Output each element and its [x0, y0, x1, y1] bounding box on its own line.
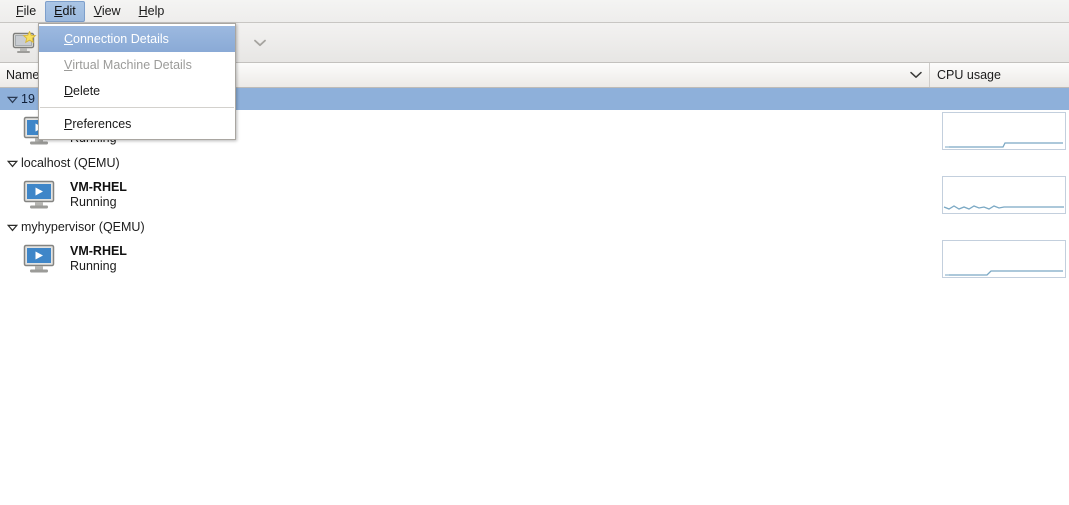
edit-menu-popup: Connection Details Virtual Machine Detai…	[38, 23, 236, 140]
menu-bar: File Edit View Help	[0, 0, 1069, 23]
vm-state: Running	[70, 259, 117, 273]
menu-view-label: iew	[101, 3, 121, 18]
menu-help[interactable]: Help	[130, 1, 174, 22]
column-header-cpu-usage-label: CPU usage	[937, 68, 1001, 82]
connection-row[interactable]: localhost (QEMU)	[0, 152, 1069, 174]
running-vm-icon	[20, 244, 58, 274]
vm-row[interactable]: VM-RHEL Running	[0, 174, 1069, 216]
cpu-usage-sparkline	[942, 176, 1066, 214]
menu-file-label: ile	[23, 3, 37, 18]
menu-item-preferences-mnemonic: P	[64, 117, 73, 131]
menu-help-mnemonic: H	[138, 3, 148, 18]
menu-item-virtual-machine-details: Virtual Machine Details	[39, 52, 235, 78]
menu-edit-mnemonic: E	[54, 3, 63, 18]
menu-item-connection-details-label: onnection Details	[73, 32, 169, 46]
menu-edit[interactable]: Edit	[45, 0, 85, 22]
menu-edit-label: dit	[62, 3, 76, 18]
connection-name: localhost (QEMU)	[21, 156, 120, 170]
connection-row[interactable]: myhypervisor (QEMU)	[0, 216, 1069, 238]
new-virtual-machine-button[interactable]	[8, 27, 42, 59]
vm-name: VM-RHEL	[70, 244, 127, 258]
vm-name: VM-RHEL	[70, 180, 127, 194]
column-header-cpu-usage[interactable]: CPU usage	[929, 63, 1069, 87]
cpu-usage-sparkline	[942, 240, 1066, 278]
running-vm-icon	[20, 180, 58, 210]
menu-item-delete[interactable]: Delete	[39, 78, 235, 104]
menu-view[interactable]: View	[85, 1, 130, 22]
menu-separator	[40, 107, 234, 108]
menu-item-preferences[interactable]: Preferences	[39, 111, 235, 137]
menu-file-mnemonic: F	[16, 3, 24, 18]
new-virtual-machine-icon	[12, 30, 37, 53]
menu-view-mnemonic: V	[93, 3, 102, 18]
chevron-down-icon	[910, 71, 922, 78]
triangle-down-icon[interactable]	[3, 222, 21, 233]
menu-item-virtual-machine-details-mnemonic: V	[64, 58, 73, 72]
menu-item-connection-details-mnemonic: C	[64, 32, 74, 46]
menu-item-preferences-label: references	[72, 117, 132, 131]
vm-text-block: VM-RHEL Running	[70, 180, 127, 210]
toolbar-dropdown-button[interactable]	[252, 35, 268, 51]
cpu-usage-sparkline	[942, 112, 1066, 150]
menu-help-label: elp	[147, 3, 165, 18]
connection-name: 19	[21, 92, 35, 106]
menu-item-delete-label: elete	[73, 84, 101, 98]
vm-state: Running	[70, 195, 117, 209]
column-header-name-label: Name	[6, 68, 40, 82]
vm-text-block: VM-RHEL Running	[70, 244, 127, 274]
menu-file[interactable]: File	[7, 1, 45, 22]
vm-row[interactable]: VM-RHEL Running	[0, 238, 1069, 280]
connection-name: myhypervisor (QEMU)	[21, 220, 145, 234]
menu-item-connection-details[interactable]: Connection Details	[39, 26, 235, 52]
triangle-down-icon[interactable]	[3, 158, 21, 169]
triangle-down-icon[interactable]	[3, 94, 21, 105]
menu-item-delete-mnemonic: D	[64, 84, 74, 98]
menu-item-virtual-machine-details-label: irtual Machine Details	[72, 58, 192, 72]
column-chooser-button[interactable]	[903, 63, 929, 87]
chevron-down-icon	[254, 39, 266, 46]
